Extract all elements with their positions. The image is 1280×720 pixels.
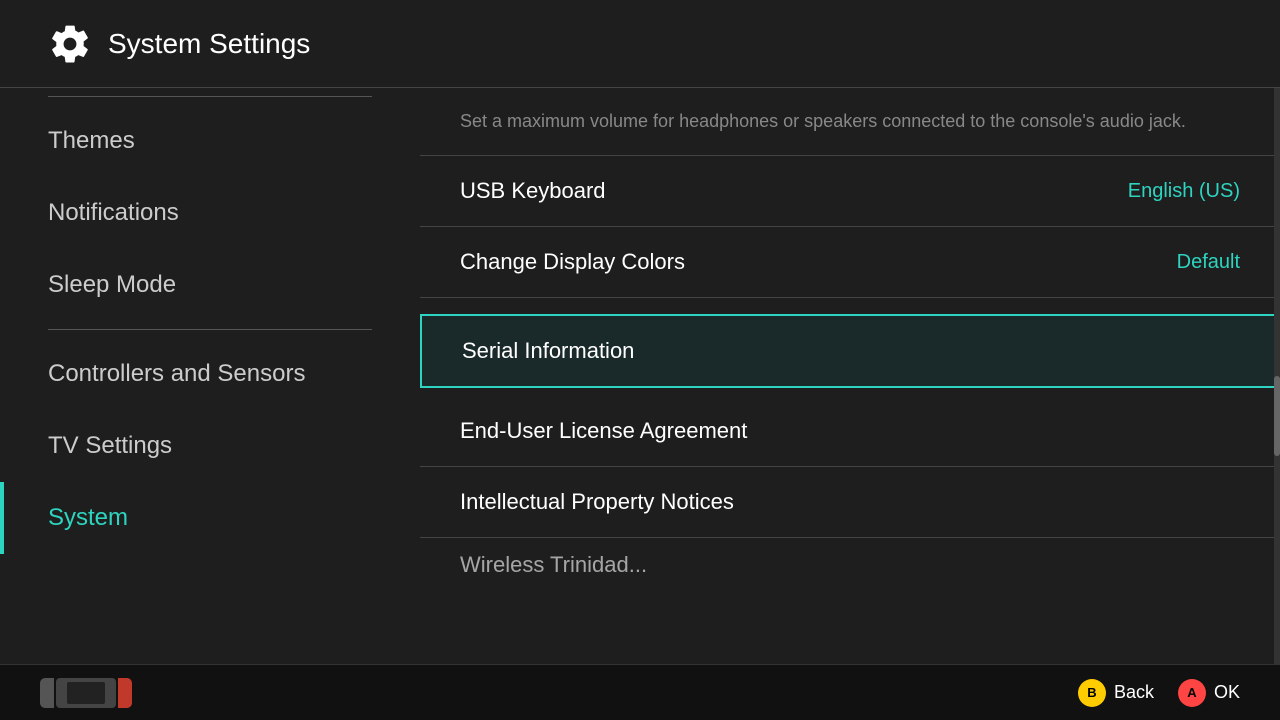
content-item-usb-keyboard[interactable]: USB Keyboard English (US): [420, 156, 1280, 227]
spacer: [420, 298, 1280, 306]
content-item-eula[interactable]: End-User License Agreement: [420, 396, 1280, 467]
content-item-serial-information[interactable]: Serial Information: [420, 314, 1280, 388]
page-title: System Settings: [108, 28, 310, 60]
sidebar-item-themes[interactable]: Themes: [0, 105, 420, 177]
back-label: Back: [1114, 682, 1154, 703]
content-description: Set a maximum volume for headphones or s…: [420, 88, 1280, 156]
sidebar-item-notifications[interactable]: Notifications: [0, 177, 420, 249]
scrollbar[interactable]: [1274, 88, 1280, 664]
serial-information-label: Serial Information: [462, 338, 634, 364]
a-button-icon: A: [1178, 679, 1206, 707]
sidebar: Themes Notifications Sleep Mode Controll…: [0, 88, 420, 664]
sidebar-item-system[interactable]: System: [0, 482, 420, 554]
back-button[interactable]: B Back: [1078, 679, 1154, 707]
sidebar-item-controllers-sensors[interactable]: Controllers and Sensors: [0, 338, 420, 410]
usb-keyboard-value: English (US): [1128, 180, 1240, 203]
sidebar-divider-top: [48, 96, 372, 97]
right-joycon: [118, 678, 132, 708]
footer: B Back A OK: [0, 664, 1280, 720]
content-panel: Set a maximum volume for headphones or s…: [420, 88, 1280, 664]
ok-label: OK: [1214, 682, 1240, 703]
gear-icon: [48, 22, 92, 66]
sidebar-divider-mid: [48, 329, 372, 330]
display-colors-label: Change Display Colors: [460, 249, 685, 275]
switch-screen: [67, 682, 105, 704]
sidebar-item-tv-settings[interactable]: TV Settings: [0, 410, 420, 482]
footer-right: B Back A OK: [1078, 679, 1240, 707]
header: System Settings: [0, 0, 1280, 88]
main-layout: Themes Notifications Sleep Mode Controll…: [0, 88, 1280, 664]
footer-left: [40, 678, 132, 708]
left-joycon: [40, 678, 54, 708]
display-colors-value: Default: [1177, 251, 1240, 274]
switch-icon: [40, 678, 132, 708]
switch-screen-body: [56, 678, 116, 708]
ok-button[interactable]: A OK: [1178, 679, 1240, 707]
content-item-display-colors[interactable]: Change Display Colors Default: [420, 227, 1280, 298]
usb-keyboard-label: USB Keyboard: [460, 178, 606, 204]
sidebar-item-sleep-mode[interactable]: Sleep Mode: [0, 249, 420, 321]
content-item-wireless[interactable]: Wireless Trinidad...: [420, 538, 1280, 592]
b-button-icon: B: [1078, 679, 1106, 707]
content-item-ip-notices[interactable]: Intellectual Property Notices: [420, 467, 1280, 538]
scrollbar-thumb[interactable]: [1274, 376, 1280, 456]
